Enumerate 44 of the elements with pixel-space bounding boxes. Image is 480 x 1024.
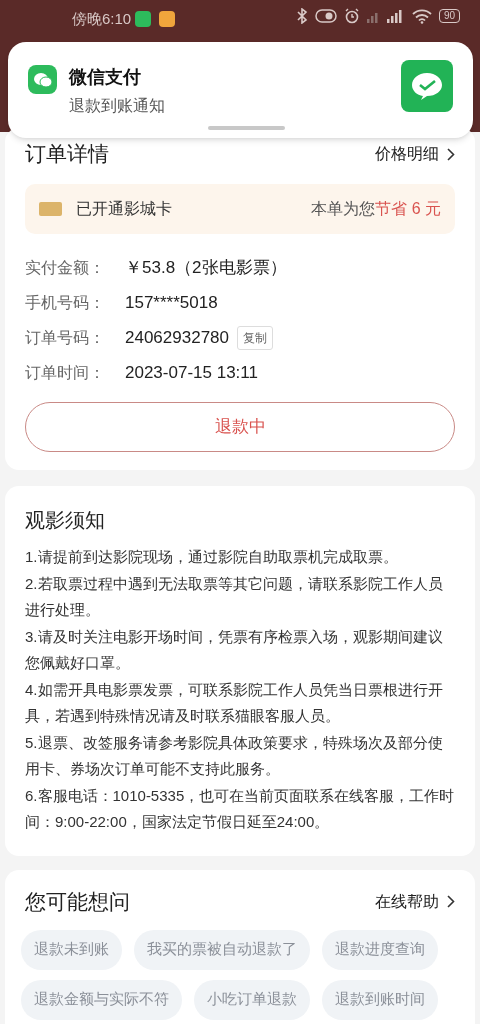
copy-button[interactable]: 复制 — [237, 325, 273, 350]
field-value: 24062932780 — [125, 326, 229, 349]
price-detail-link[interactable]: 价格明细 — [375, 142, 455, 166]
field-value: ￥53.8（2张电影票） — [125, 256, 287, 279]
field-value: 157****5018 — [125, 291, 218, 314]
battery-indicator: 90 — [438, 9, 460, 23]
notification-message: 退款到账通知 — [69, 96, 166, 116]
question-chip[interactable]: 退款未到账 — [21, 929, 122, 970]
refund-status-button[interactable]: 退款中 — [25, 402, 455, 452]
saving-text: 本单为您节省 6 元 — [311, 199, 441, 219]
payment-app-icon — [401, 60, 453, 112]
notification-card[interactable]: 微信支付 退款到账通知 — [8, 42, 473, 138]
question-chip[interactable]: 小吃订单退款 — [194, 979, 310, 1020]
field-label: 手机号码： — [25, 292, 106, 313]
chevron-right-icon — [447, 147, 455, 161]
wifi-icon — [411, 8, 432, 24]
notice-paragraph: 1.请提前到达影院现场，通过影院自助取票机完成取票。 — [25, 547, 399, 567]
question-chip[interactable]: 我买的票被自动退款了 — [134, 929, 310, 970]
question-chip[interactable]: 退款到账时间 — [322, 979, 438, 1020]
section-title: 您可能想问 — [25, 888, 130, 915]
drag-handle[interactable] — [208, 126, 285, 130]
notice-paragraph: 6.客服电话：1010-5335，也可在当前页面联系在线客服，工作时间：9:00-22:00，国家法定节假日延至24:00。 — [25, 785, 455, 832]
notice-paragraph: 2.若取票过程中遇到无法取票等其它问题，请联系影院工作人员进行处理。 — [25, 573, 444, 620]
field-value: 2023-07-15 13:11 — [125, 361, 258, 384]
banner-label: 已开通影城卡 — [76, 199, 173, 219]
notification-title: 微信支付 — [69, 66, 142, 89]
notice-paragraph: 3.请及时关注电影开场时间，凭票有序检票入场，观影期间建议您佩戴好口罩。 — [25, 626, 444, 673]
notice-paragraph: 4.如需开具电影票发票，可联系影院工作人员凭当日票根进行开具，若遇到特殊情况请及时联系猫眼客服人员。 — [25, 679, 444, 726]
bluetooth-icon — [295, 8, 308, 24]
field-label: 实付金额： — [25, 257, 106, 278]
section-title: 观影须知 — [25, 508, 106, 533]
card-icon — [39, 202, 62, 216]
toggle-icon — [314, 9, 337, 23]
status-time: 傍晚6:10 — [72, 9, 132, 29]
field-label: 订单时间： — [25, 362, 106, 383]
chevron-right-icon — [447, 895, 455, 908]
field-label: 订单号码： — [25, 327, 106, 348]
question-chip[interactable]: 退款进度查询 — [322, 929, 438, 970]
section-title: 订单详情 — [25, 141, 109, 168]
alarm-icon — [343, 8, 360, 24]
signal-icon — [366, 9, 405, 23]
notice-paragraph: 5.退票、改签服务请参考影院具体政策要求，特殊场次及部分使用卡、券场次订单可能不支持此服务。 — [25, 732, 444, 779]
question-chip[interactable]: 退款金额与实际不符 — [21, 979, 182, 1020]
online-help-link[interactable]: 在线帮助 — [375, 889, 455, 914]
